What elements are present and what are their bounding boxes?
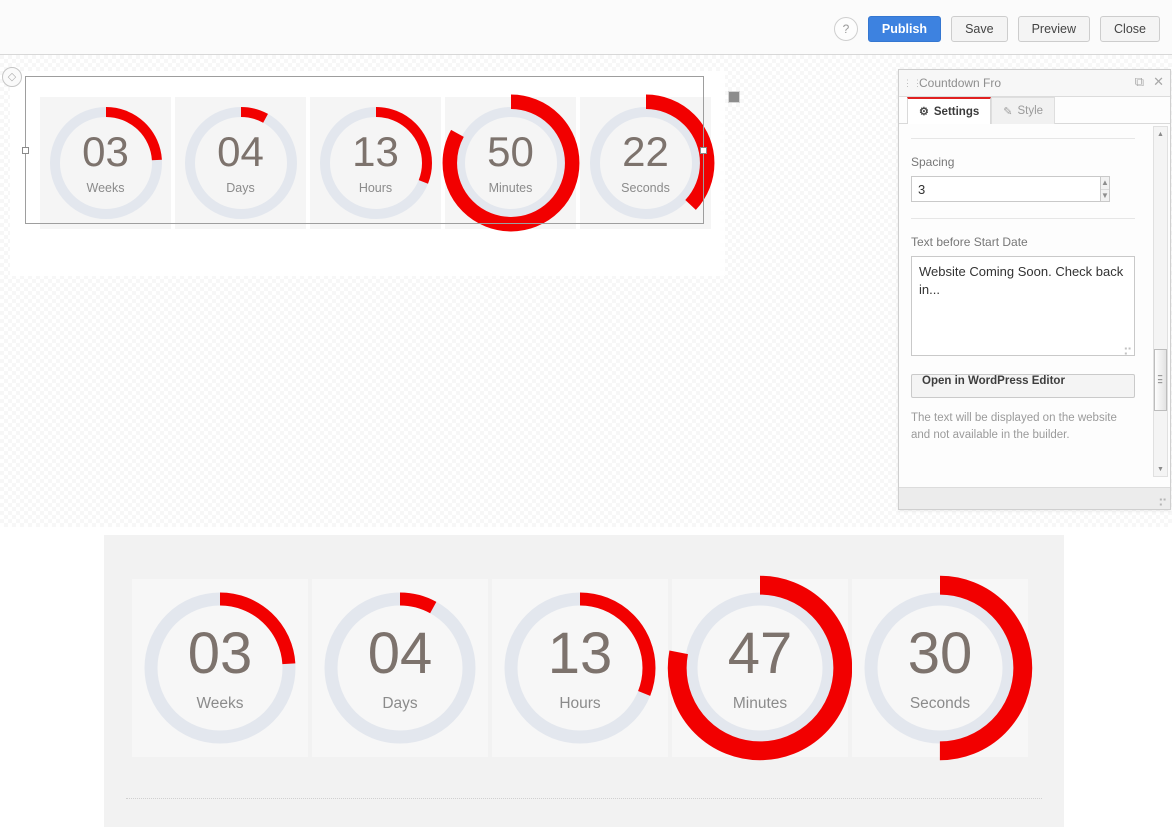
gear-icon: ⚙ [919,106,929,118]
countdown-unit-days: 04 Days [312,579,488,757]
tab-style[interactable]: ✎ Style [991,97,1056,124]
open-in-wordpress-editor-button[interactable]: Open in WordPress Editor [911,374,1135,398]
countdown-label: Days [382,694,418,712]
text-before-start-date-wrapper: Website Coming Soon. Check back in... ▪▪… [911,256,1135,361]
panel-resize-grip-icon[interactable]: ▪▪ ▪ [1159,496,1167,509]
countdown-value: 47 [727,620,793,686]
preview-button[interactable]: Preview [1017,16,1091,42]
save-button[interactable]: Save [951,16,1008,42]
countdown-unit-minutes: 47 Minutes [667,575,853,761]
selection-box[interactable] [22,76,707,224]
countdown-unit-text: 47 Minutes [680,588,840,748]
scrollbar-thumb[interactable]: ━ ━ ━ [1154,349,1167,411]
column-resize-handle[interactable] [728,91,740,103]
progress-ring-icon: 13 Hours [500,588,660,748]
panel-body: Spacing ▲ ▼ Text before Start Date Websi… [899,124,1170,479]
resize-handle-right[interactable] [700,147,707,154]
countdown-value: 04 [367,620,433,686]
progress-ring-icon: 04 Days [320,588,480,748]
tab-style-label: Style [1017,105,1044,117]
scrollbar-thumb-grip-icon: ━ ━ ━ [1158,373,1163,387]
text-before-hint: The text will be displayed on the websit… [911,412,1117,442]
countdown-label: Weeks [196,694,244,712]
site-preview-band: 03 Weeks 04 Days 13 Hours 47 Minutes 30 Seconds [104,535,1064,827]
scroll-up-icon[interactable]: ▲ [1154,127,1167,141]
divider-top [911,138,1135,139]
progress-ring-icon: 03 Weeks [140,588,300,748]
spacing-stepper[interactable]: ▲ ▼ [911,176,1110,202]
textarea-resize-grip-icon[interactable]: ▪▪ ▪ [1124,345,1132,358]
spacing-label: Spacing [911,155,955,169]
panel-scrollbar[interactable]: ▲ ━ ━ ━ ▼ [1153,126,1168,477]
spacing-increment-icon[interactable]: ▲ [1101,177,1109,190]
close-icon[interactable]: ✕ [1153,74,1164,90]
countdown-value: 30 [907,620,973,686]
countdown-preview-row: 03 Weeks 04 Days 13 Hours 47 Minutes 30 Seconds [132,575,1033,761]
progress-ring-icon: 47 Minutes [667,575,853,761]
settings-panel[interactable]: ⋮⋮ Countdown Fro ⧉ ✕ ⚙ Settings ✎ Style … [898,69,1171,510]
spacing-input[interactable] [911,176,1100,202]
panel-footer: ▪▪ ▪ [899,487,1170,509]
text-before-start-date-input[interactable]: Website Coming Soon. Check back in... [911,256,1135,356]
countdown-unit-hours: 13 Hours [492,579,668,757]
countdown-unit-text: 03 Weeks [140,588,300,748]
help-button[interactable]: ? [833,17,858,41]
tab-settings-label: Settings [933,105,980,118]
resize-handle-left[interactable] [22,147,29,154]
toolbar-actions: ? Publish Save Preview Close [833,16,1160,42]
move-widget-icon[interactable]: ◇ [2,67,22,87]
countdown-value: 13 [547,620,613,686]
progress-ring-icon: 30 Seconds [847,575,1033,761]
tab-settings[interactable]: ⚙ Settings [907,97,992,124]
spacing-spinner-buttons: ▲ ▼ [1100,176,1110,202]
panel-drag-grip-icon[interactable]: ⋮⋮ [903,79,922,88]
countdown-label: Minutes [732,694,788,712]
spacing-decrement-icon[interactable]: ▼ [1101,190,1109,202]
countdown-unit-text: 30 Seconds [860,588,1020,748]
panel-tabs: ⚙ Settings ✎ Style [899,97,1170,124]
restore-icon[interactable]: ⧉ [1135,74,1144,90]
countdown-label: Hours [559,694,601,712]
panel-title-buttons: ⧉ ✕ [1135,74,1164,90]
preview-dotted-divider [126,798,1042,799]
countdown-value: 03 [187,620,253,686]
countdown-unit-weeks: 03 Weeks [132,579,308,757]
divider-middle [911,218,1135,219]
panel-titlebar[interactable]: ⋮⋮ Countdown Fro ⧉ ✕ [899,70,1170,97]
publish-button[interactable]: Publish [867,16,942,42]
countdown-label: Seconds [909,694,971,712]
text-before-start-date-label: Text before Start Date [911,235,1028,249]
countdown-unit-text: 04 Days [320,588,480,748]
brush-icon: ✎ [1003,105,1013,118]
top-toolbar: ? Publish Save Preview Close [0,0,1172,55]
countdown-unit-seconds: 30 Seconds [847,575,1033,761]
countdown-unit-text: 13 Hours [500,588,660,748]
scroll-down-icon[interactable]: ▼ [1154,462,1167,476]
close-button[interactable]: Close [1100,16,1160,42]
panel-title: Countdown Fro [919,76,1002,90]
